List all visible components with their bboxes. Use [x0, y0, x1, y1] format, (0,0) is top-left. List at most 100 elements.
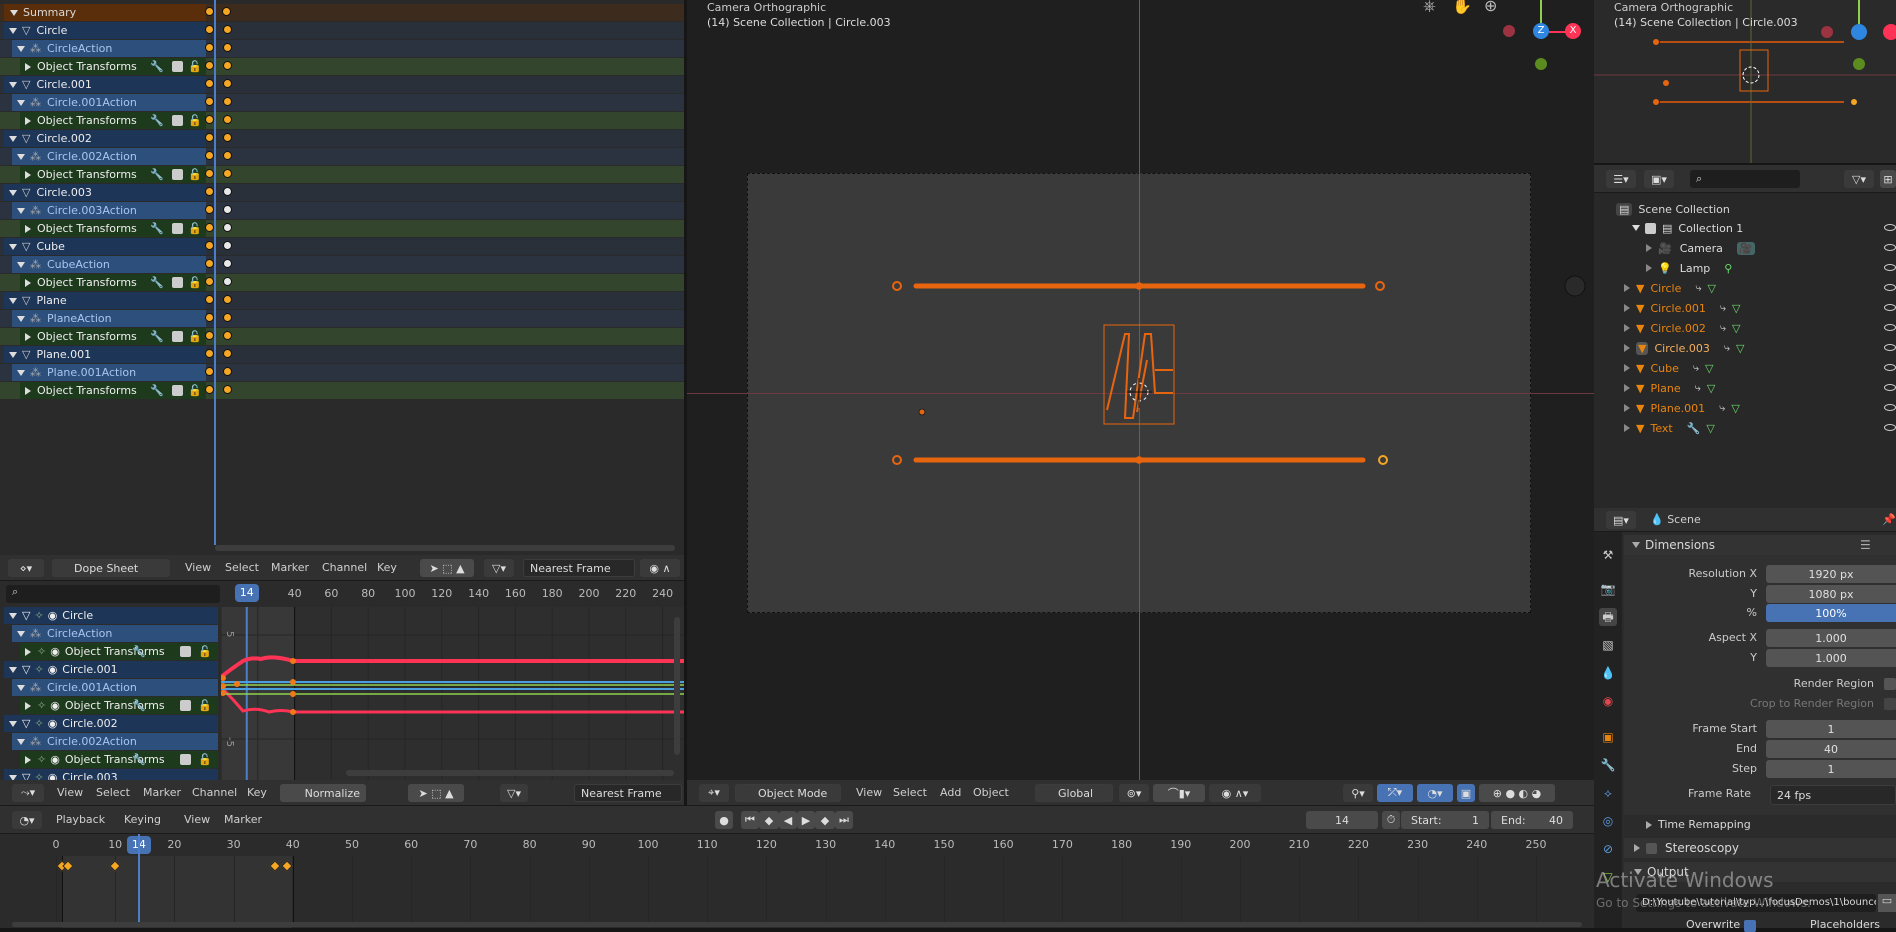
graph-channel-object[interactable]: ▽ ✧ ◉ Circle.002	[4, 715, 218, 732]
menu-view[interactable]: View	[185, 555, 211, 580]
keyframe[interactable]	[205, 259, 214, 268]
mesh-data-icon[interactable]: ▽	[1732, 322, 1740, 335]
keyframe[interactable]	[205, 187, 214, 196]
menu-add[interactable]: Add	[940, 780, 961, 805]
property-field[interactable]: 1	[1766, 760, 1896, 778]
dopesheet-row[interactable]: Object Transforms 🔧 🔓	[0, 166, 684, 183]
new-collection-icon[interactable]: ⊞	[1880, 170, 1896, 188]
menu-key[interactable]: Key	[247, 780, 267, 805]
keyframe[interactable]	[223, 97, 232, 106]
graph-channel-object[interactable]: ▽ ✧ ◉ Circle.001	[4, 661, 218, 678]
horizontal-scrollbar[interactable]	[215, 545, 675, 551]
keyframe[interactable]	[205, 61, 214, 70]
zoom-icon[interactable]: ⊕	[1484, 0, 1497, 15]
dopesheet-row[interactable]: ⁂ CubeAction	[0, 256, 684, 273]
dopesheet-row[interactable]: ▽ Circle.002	[0, 130, 684, 147]
dopesheet-row[interactable]: ▽ Circle.001	[0, 76, 684, 93]
scene-tab[interactable]: 💧	[1599, 664, 1617, 682]
horizontal-scrollbar[interactable]	[12, 922, 1582, 927]
modifier-wrench-icon[interactable]: 🔧	[132, 753, 146, 766]
vertical-scrollbar[interactable]	[674, 617, 680, 755]
channel-enabled-checkbox[interactable]	[180, 646, 191, 657]
editor-type-button[interactable]: ▤▾	[1606, 511, 1636, 529]
particles-tab[interactable]: ⟡	[1599, 784, 1617, 802]
modifier-wrench-icon[interactable]: 🔧	[150, 330, 164, 343]
keyframe[interactable]	[223, 223, 232, 232]
channel-enabled-checkbox[interactable]	[172, 115, 183, 126]
outliner-item[interactable]: ▼ Plane ⤷ ▽	[1624, 378, 1715, 398]
current-frame-line[interactable]	[137, 834, 140, 922]
keyframe[interactable]	[223, 259, 232, 268]
property-field[interactable]: 1920 px	[1766, 565, 1896, 583]
channel-enabled-checkbox[interactable]	[172, 277, 183, 288]
expand-icon[interactable]	[1624, 344, 1630, 352]
dimensions-panel-header[interactable]: Dimensions ☰	[1624, 535, 1896, 555]
timeline-keyframe[interactable]	[109, 860, 121, 872]
channel-enabled-checkbox[interactable]	[172, 169, 183, 180]
view-layer-tab[interactable]: ▧	[1599, 636, 1617, 654]
channel-object[interactable]: ▽ Circle.003	[4, 184, 206, 201]
filter-icon[interactable]: ▽▾	[484, 559, 514, 577]
scene-objects[interactable]	[687, 0, 1594, 780]
channel-group[interactable]: Object Transforms 🔧 🔓	[20, 328, 206, 345]
dopesheet-row[interactable]: ⁂ Circle.002Action	[0, 148, 684, 165]
animation-data-icon[interactable]: ⤷	[1720, 301, 1726, 315]
graph-channel-group[interactable]: ✧ ◉ Object Transforms 🔧 🔓	[20, 697, 218, 714]
editor-type-button[interactable]: ⋄▾	[8, 559, 44, 577]
menu-select[interactable]: Select	[893, 780, 927, 805]
gizmo-x[interactable]: X	[1565, 23, 1581, 39]
visibility-icon[interactable]: ⚲▾	[1343, 784, 1373, 802]
keyframe[interactable]	[223, 313, 232, 322]
unlock-icon[interactable]: 🔓	[198, 699, 212, 712]
menu-select[interactable]: Select	[225, 555, 259, 580]
channel-action[interactable]: ⁂ Circle.003Action	[12, 202, 206, 219]
animation-data-icon[interactable]: ⤷	[1719, 401, 1725, 415]
modifier-wrench-icon[interactable]: 🔧	[150, 114, 164, 127]
expand-icon[interactable]	[1624, 304, 1630, 312]
modifier-wrench-icon[interactable]: 🔧	[150, 222, 164, 235]
channel-enabled-checkbox[interactable]	[172, 61, 183, 72]
summary-row[interactable]: Summary	[0, 4, 684, 21]
unlock-icon[interactable]: 🔓	[198, 645, 212, 658]
channel-enabled-checkbox[interactable]	[180, 754, 191, 765]
snap-dropdown[interactable]: Nearest Frame	[574, 784, 682, 802]
channel-enabled-checkbox[interactable]	[172, 223, 183, 234]
menu-key[interactable]: Key	[377, 555, 397, 580]
end-frame-field[interactable]: End: 40	[1491, 811, 1573, 829]
dopesheet-row[interactable]: ▽ Circle	[0, 22, 684, 39]
graph-channel-group[interactable]: ✧ ◉ Object Transforms 🔧 🔓	[20, 751, 218, 768]
menu-channel[interactable]: Channel	[192, 780, 237, 805]
menu-select[interactable]: Select	[96, 780, 130, 805]
jump-end-button[interactable]: ⏭	[835, 811, 853, 829]
preview-range-toggle[interactable]: ⏱	[1382, 811, 1400, 829]
keyframe[interactable]	[223, 169, 232, 178]
channel-object[interactable]: ▽ Plane	[4, 292, 206, 309]
menu-marker[interactable]: Marker	[271, 555, 309, 580]
filter-icon[interactable]: ▽▾	[1844, 170, 1874, 188]
snap-icon[interactable]: ⌒▮▾	[1153, 784, 1205, 802]
object-tab[interactable]: ▣	[1599, 728, 1617, 746]
graph-channel-object[interactable]: ▽ ✧ ◉ Circle	[4, 607, 218, 624]
folder-icon[interactable]: ▭	[1878, 894, 1896, 912]
channel-group[interactable]: Object Transforms 🔧 🔓	[20, 274, 206, 291]
overwrite-checkbox[interactable]	[1744, 920, 1756, 932]
pin-icon[interactable]: ✧	[37, 753, 46, 766]
channel-group[interactable]: Object Transforms 🔧 🔓	[20, 166, 206, 183]
property-field[interactable]: 1.000	[1766, 629, 1896, 647]
constraints-tab[interactable]: ⊘	[1599, 840, 1617, 858]
dopesheet-row[interactable]: ▽ Plane	[0, 292, 684, 309]
keyframe[interactable]	[205, 349, 214, 358]
keyframe[interactable]	[223, 349, 232, 358]
channel-group[interactable]: Object Transforms 🔧 🔓	[20, 112, 206, 129]
expand-icon[interactable]	[1624, 284, 1630, 292]
3d-viewport[interactable]: Camera Orthographic (14) Scene Collectio…	[687, 0, 1594, 780]
expand-icon[interactable]	[1624, 424, 1630, 432]
eye-icon[interactable]	[1884, 324, 1896, 331]
eye-icon[interactable]	[1884, 364, 1896, 371]
channel-enabled-checkbox[interactable]	[172, 331, 183, 342]
current-frame-indicator[interactable]: 14	[234, 584, 259, 602]
keyframe[interactable]	[205, 223, 214, 232]
pivot-icon[interactable]: ⊚▾	[1119, 784, 1149, 802]
unlock-icon[interactable]: 🔓	[188, 114, 202, 127]
select-tool-icon[interactable]: ➤ ⬚ ▲	[408, 784, 464, 802]
